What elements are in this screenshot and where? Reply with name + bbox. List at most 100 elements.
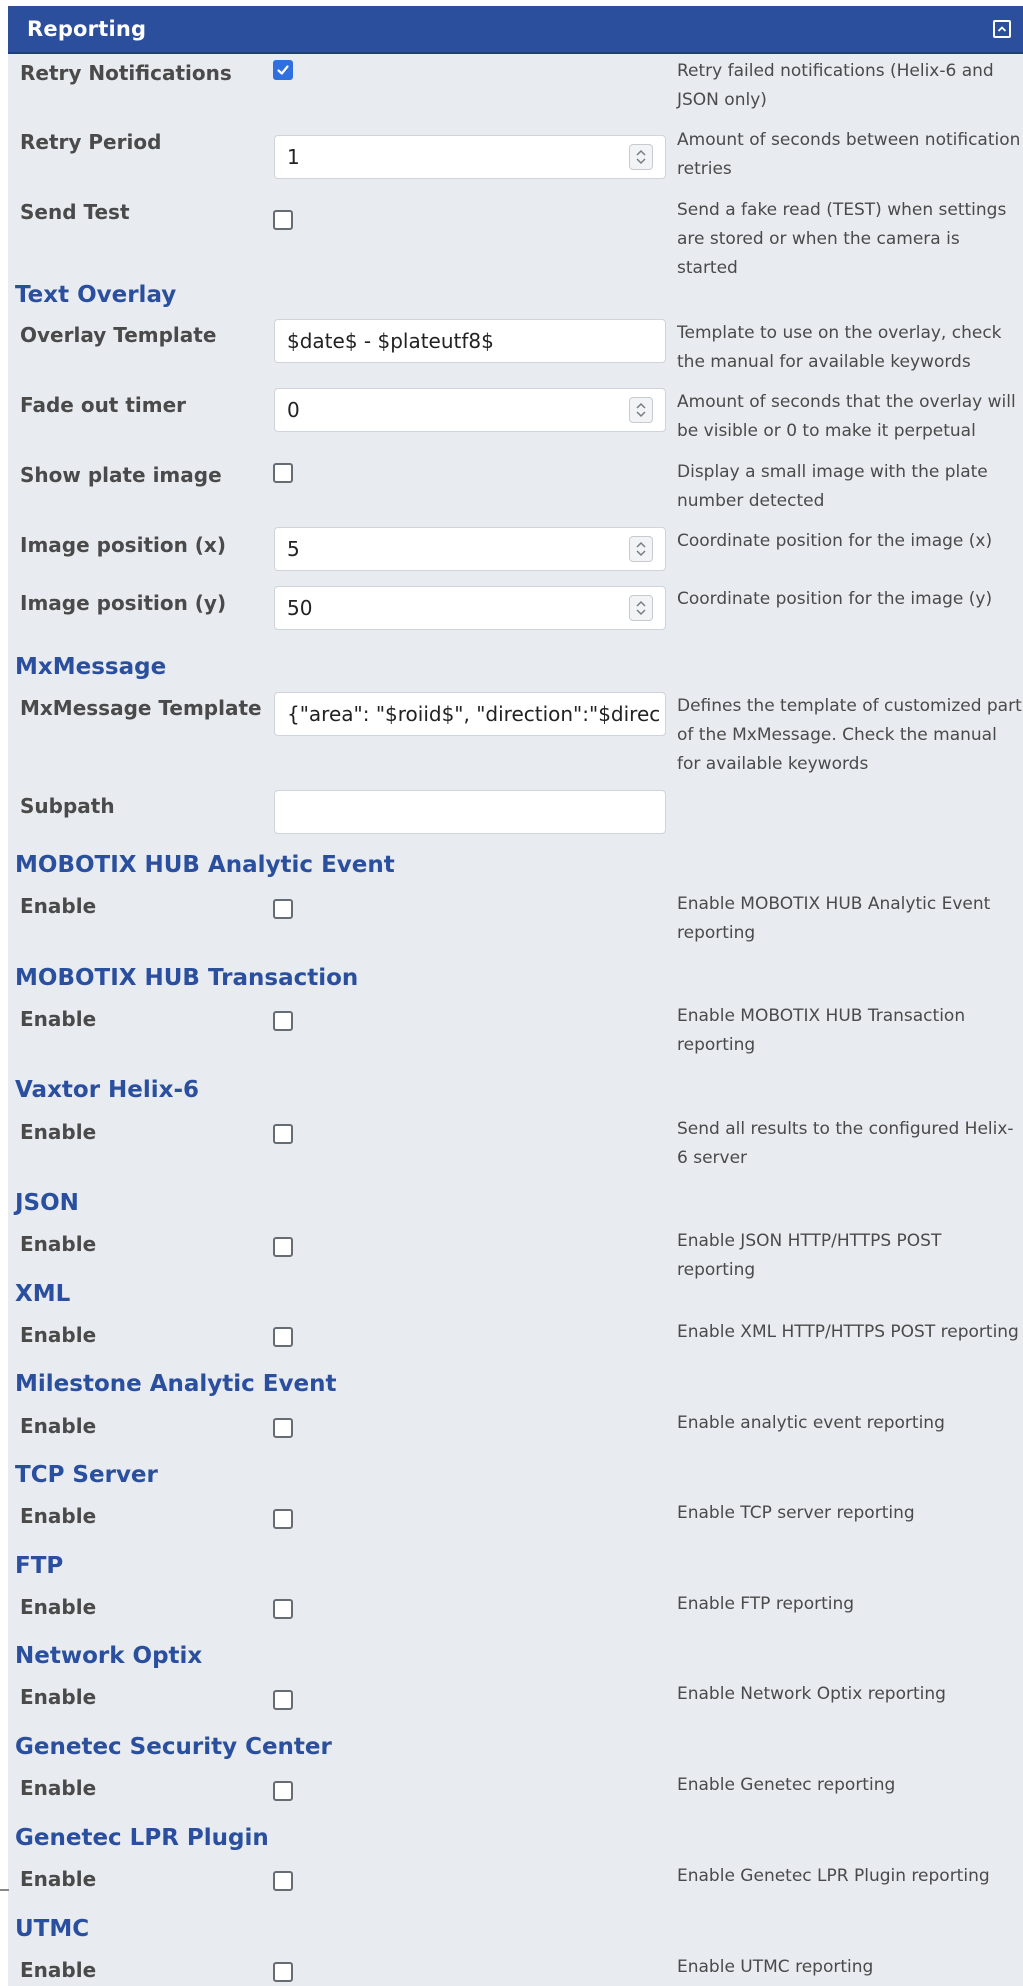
enable-checkbox-vaxtor-helix-6[interactable] — [273, 1124, 293, 1144]
image-pos-y-desc: Coordinate position for the image (y) — [677, 589, 993, 609]
enable-checkbox-milestone-analytic-event[interactable] — [273, 1418, 293, 1438]
enable-checkbox-tcp-server[interactable] — [273, 1509, 293, 1529]
ftp-desc: Enable FTP reporting — [677, 1594, 855, 1614]
send-test-label: Send Test — [20, 200, 130, 224]
section-title-utmc: UTMC — [15, 1916, 90, 1942]
genetec-lpr-plugin-desc: Enable Genetec LPR Plugin reporting — [677, 1866, 990, 1886]
section-title-tcp-server: TCP Server — [15, 1462, 158, 1488]
checkmark-icon — [277, 65, 289, 75]
image-pos-x-desc: Coordinate position for the image (x) — [677, 531, 993, 551]
show-plate-desc: Display a small image with the plate num… — [677, 462, 988, 511]
mobotix-hub-analytic-event-desc: Enable MOBOTIX HUB Analytic Event report… — [677, 894, 991, 943]
enable-checkbox-network-optix[interactable] — [273, 1690, 293, 1710]
json-desc: Enable JSON HTTP/HTTPS POST reporting — [677, 1231, 942, 1280]
retry-period-stepper[interactable] — [629, 144, 653, 170]
mxmessage-template-desc: Defines the template of customized part … — [677, 696, 1022, 774]
send-test-desc: Send a fake read (TEST) when settings ar… — [677, 200, 1007, 278]
image-pos-y-value: 50 — [287, 596, 313, 620]
tcp-server-desc: Enable TCP server reporting — [677, 1503, 915, 1523]
image-pos-x-label: Image position (x) — [20, 533, 226, 557]
enable-checkbox-json[interactable] — [273, 1237, 293, 1257]
xml-desc: Enable XML HTTP/HTTPS POST reporting — [677, 1322, 1019, 1342]
image-pos-x-stepper[interactable] — [629, 536, 653, 562]
section-title-xml: XML — [15, 1281, 71, 1307]
mxmessage-template-value: {"area": "$roiid$", "direction":"$direc — [287, 702, 661, 726]
enable-label: Enable — [20, 1958, 97, 1982]
retry-period-input[interactable]: 1 — [274, 135, 666, 179]
enable-label: Enable — [20, 1867, 97, 1891]
section-title-genetec-lpr-plugin: Genetec LPR Plugin — [15, 1825, 269, 1851]
fade-timer-value: 0 — [287, 398, 300, 422]
left-edge-divider — [0, 1889, 9, 1891]
mxmessage-template-label: MxMessage Template — [20, 696, 262, 720]
image-pos-y-stepper[interactable] — [629, 595, 653, 621]
image-pos-x-value: 5 — [287, 537, 300, 561]
show-plate-checkbox[interactable] — [273, 463, 293, 483]
enable-checkbox-mobotix-hub-analytic-event[interactable] — [273, 899, 293, 919]
reporting-panel: Reporting Retry Notifications Retry fail… — [8, 6, 1023, 1986]
image-pos-y-label: Image position (y) — [20, 591, 227, 615]
enable-label: Enable — [20, 1323, 97, 1347]
retry-notifications-checkbox[interactable] — [273, 60, 293, 80]
panel-title: Reporting — [27, 17, 147, 41]
enable-checkbox-xml[interactable] — [273, 1327, 293, 1347]
enable-label: Enable — [20, 1595, 97, 1619]
fade-timer-desc: Amount of seconds that the overlay will … — [677, 392, 1016, 441]
enable-label: Enable — [20, 1232, 97, 1256]
show-plate-label: Show plate image — [20, 463, 222, 487]
enable-label: Enable — [20, 1007, 97, 1031]
enable-label: Enable — [20, 1120, 97, 1144]
enable-label: Enable — [20, 1414, 97, 1438]
mobotix-hub-transaction-desc: Enable MOBOTIX HUB Transaction reporting — [677, 1006, 966, 1055]
overlay-template-value: $date$ - $plateutf8$ — [287, 329, 494, 353]
collapse-button[interactable] — [993, 20, 1011, 38]
network-optix-desc: Enable Network Optix reporting — [677, 1684, 946, 1704]
fade-timer-input[interactable]: 0 — [274, 388, 666, 432]
enable-checkbox-genetec-security-center[interactable] — [273, 1781, 293, 1801]
section-title-mxmessage: MxMessage — [15, 654, 167, 680]
section-title-text-overlay: Text Overlay — [15, 282, 177, 308]
section-title-json: JSON — [15, 1190, 79, 1216]
subpath-label: Subpath — [20, 794, 115, 818]
enable-label: Enable — [20, 1685, 97, 1709]
subpath-input[interactable] — [274, 790, 666, 834]
section-title-vaxtor-helix-6: Vaxtor Helix-6 — [15, 1077, 200, 1103]
overlay-template-input[interactable]: $date$ - $plateutf8$ — [274, 319, 666, 363]
up-down-arrows-icon — [636, 600, 646, 616]
section-title-network-optix: Network Optix — [15, 1643, 203, 1669]
up-down-arrows-icon — [636, 149, 646, 165]
milestone-analytic-event-desc: Enable analytic event reporting — [677, 1413, 945, 1433]
section-title-ftp: FTP — [15, 1553, 64, 1579]
enable-checkbox-mobotix-hub-transaction[interactable] — [273, 1011, 293, 1031]
enable-checkbox-ftp[interactable] — [273, 1599, 293, 1619]
enable-label: Enable — [20, 894, 97, 918]
up-down-arrows-icon — [636, 541, 646, 557]
overlay-template-label: Overlay Template — [20, 323, 217, 347]
enable-checkbox-utmc[interactable] — [273, 1962, 293, 1982]
fade-timer-label: Fade out timer — [20, 393, 187, 417]
image-pos-x-input[interactable]: 5 — [274, 527, 666, 571]
panel-header: Reporting — [8, 6, 1023, 54]
enable-label: Enable — [20, 1776, 97, 1800]
retry-notifications-desc: Retry failed notifications (Helix-6 and … — [677, 61, 994, 110]
retry-period-desc: Amount of seconds between notification r… — [677, 130, 1021, 179]
retry-period-value: 1 — [287, 145, 300, 169]
retry-period-label: Retry Period — [20, 130, 162, 154]
section-title-mobotix-hub-transaction: MOBOTIX HUB Transaction — [15, 965, 359, 991]
section-title-milestone-analytic-event: Milestone Analytic Event — [15, 1371, 337, 1397]
section-title-genetec-security-center: Genetec Security Center — [15, 1734, 332, 1760]
enable-checkbox-genetec-lpr-plugin[interactable] — [273, 1871, 293, 1891]
utmc-desc: Enable UTMC reporting — [677, 1957, 874, 1977]
enable-label: Enable — [20, 1504, 97, 1528]
retry-notifications-label: Retry Notifications — [20, 61, 232, 85]
chevron-up-icon — [997, 26, 1007, 32]
overlay-template-desc: Template to use on the overlay, check th… — [677, 323, 1002, 372]
mxmessage-template-input[interactable]: {"area": "$roiid$", "direction":"$direc — [274, 692, 666, 736]
up-down-arrows-icon — [636, 402, 646, 418]
image-pos-y-input[interactable]: 50 — [274, 586, 666, 630]
fade-timer-stepper[interactable] — [629, 397, 653, 423]
vaxtor-helix-6-desc: Send all results to the configured Helix… — [677, 1119, 1014, 1168]
section-title-mobotix-hub-analytic-event: MOBOTIX HUB Analytic Event — [15, 852, 395, 878]
send-test-checkbox[interactable] — [273, 210, 293, 230]
genetec-security-center-desc: Enable Genetec reporting — [677, 1775, 896, 1795]
